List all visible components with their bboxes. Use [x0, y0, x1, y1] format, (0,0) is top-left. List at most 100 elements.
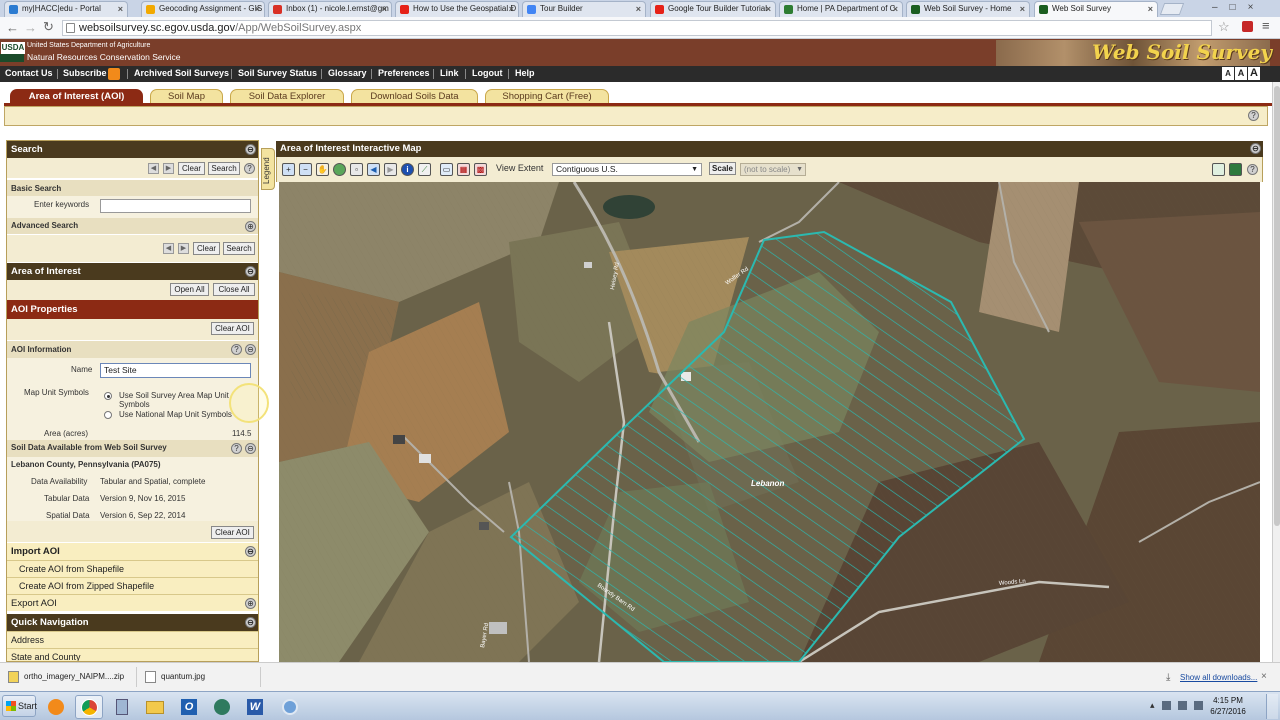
- nav-subscribe[interactable]: Subscribe: [63, 68, 107, 78]
- radio-national-symbols[interactable]: [104, 411, 112, 419]
- browser-tab-active[interactable]: Web Soil Survey ×: [1034, 1, 1158, 17]
- move-down-icon[interactable]: ▶: [178, 243, 189, 254]
- legend-tab[interactable]: Legend: [261, 148, 275, 190]
- move-up-icon[interactable]: ◀: [163, 243, 174, 254]
- pan-icon[interactable]: ✋: [316, 163, 329, 176]
- menu-icon[interactable]: ≡: [1262, 18, 1270, 33]
- help-icon[interactable]: ?: [244, 163, 255, 174]
- next-extent-icon[interactable]: ▶: [384, 163, 397, 176]
- close-tab-icon[interactable]: ×: [766, 2, 771, 16]
- help-icon[interactable]: ?: [231, 344, 242, 355]
- tab-download-soils-data[interactable]: Download Soils Data: [351, 89, 478, 103]
- collapse-icon[interactable]: ⊖: [245, 546, 256, 557]
- collapse-icon[interactable]: ⊖: [245, 266, 256, 277]
- forward-icon[interactable]: →: [24, 20, 37, 35]
- new-tab-button[interactable]: [1159, 3, 1185, 15]
- search-button[interactable]: Search: [208, 162, 240, 175]
- clear-aoi-button[interactable]: Clear AOI: [211, 526, 254, 539]
- download-item[interactable]: ortho_imagery_NAIPM....zip: [4, 667, 137, 687]
- zoom-out-icon[interactable]: −: [299, 163, 312, 176]
- aoi-interactive-map[interactable]: Lebanon Wolfer Rd Heisey Rd Boundy Barn …: [279, 182, 1260, 662]
- clock-time[interactable]: 4:15 PM: [1208, 696, 1248, 705]
- scrollbar-thumb[interactable]: [1274, 86, 1280, 526]
- tab-soil-data-explorer[interactable]: Soil Data Explorer: [230, 89, 344, 103]
- nav-archived-soil-surveys[interactable]: Archived Soil Surveys: [134, 68, 229, 78]
- rss-icon[interactable]: [108, 68, 120, 80]
- browser-tab[interactable]: Inbox (1) - nicole.l.ernst@gm ×: [268, 1, 392, 17]
- move-down-icon[interactable]: ▶: [163, 163, 174, 174]
- reload-icon[interactable]: ↻: [43, 19, 54, 35]
- import-aoi-header[interactable]: Import AOI ⊖: [7, 543, 258, 560]
- page-scrollbar[interactable]: [1272, 82, 1280, 662]
- create-aoi-from-zipped-shapefile-link[interactable]: Create AOI from Zipped Shapefile: [7, 577, 258, 594]
- show-all-downloads-link[interactable]: Show all downloads...: [1180, 673, 1257, 682]
- view-extent-select[interactable]: Contiguous U.S. ▼: [552, 163, 702, 176]
- nav-preferences[interactable]: Preferences: [378, 68, 430, 78]
- help-icon[interactable]: ?: [1247, 164, 1258, 175]
- collapse-icon[interactable]: ⊖: [1250, 143, 1261, 154]
- clear-aoi-button[interactable]: Clear AOI: [211, 322, 254, 335]
- collapse-icon[interactable]: ⊖: [245, 443, 256, 454]
- file-explorer-icon[interactable]: [141, 695, 169, 719]
- browser-tab[interactable]: my|HACC|edu - Portal ×: [4, 1, 128, 17]
- close-tab-icon[interactable]: ×: [1148, 2, 1153, 16]
- nav-contact-us[interactable]: Contact Us: [5, 68, 53, 78]
- close-downloads-icon[interactable]: ×: [1261, 671, 1267, 682]
- expand-icon[interactable]: ⊕: [245, 221, 256, 232]
- quicknav-address[interactable]: Address: [7, 631, 258, 648]
- search-button[interactable]: Search: [223, 242, 255, 255]
- browser-tab[interactable]: Geocoding Assignment - GIS ×: [141, 1, 265, 17]
- tray-flag-icon[interactable]: [1162, 701, 1171, 710]
- font-size-large[interactable]: A: [1248, 67, 1260, 80]
- clock-date[interactable]: 6/27/2016: [1208, 707, 1248, 716]
- close-tab-icon[interactable]: ×: [1020, 2, 1025, 16]
- define-aoi-polygon-icon[interactable]: ▦: [457, 163, 470, 176]
- define-aoi-rectangle-icon[interactable]: ▭: [440, 163, 453, 176]
- download-item[interactable]: quantum.jpg: [141, 667, 261, 687]
- font-size-small[interactable]: A: [1222, 67, 1234, 80]
- nav-glossary[interactable]: Glossary: [328, 68, 367, 78]
- window-controls[interactable]: –□×: [1212, 2, 1265, 13]
- tray-network-icon[interactable]: [1178, 701, 1187, 710]
- zoom-full-icon[interactable]: [333, 163, 346, 176]
- browser-tab[interactable]: Google Tour Builder Tutorial ×: [650, 1, 776, 17]
- url-field[interactable]: websoilsurvey.sc.egov.usda.gov/App/WebSo…: [62, 20, 1212, 36]
- close-tab-icon[interactable]: ×: [255, 2, 260, 16]
- app-icon[interactable]: [276, 695, 304, 719]
- keywords-input[interactable]: [100, 199, 251, 213]
- qgis-icon[interactable]: [208, 695, 236, 719]
- quicknav-state-county[interactable]: State and County: [7, 648, 258, 661]
- nav-soil-survey-status[interactable]: Soil Survey Status: [238, 68, 317, 78]
- close-tab-icon[interactable]: ×: [636, 2, 641, 16]
- export-aoi-header[interactable]: Export AOI ⊕: [7, 594, 258, 611]
- advanced-search-header[interactable]: Advanced Search ⊕: [7, 218, 258, 234]
- tab-shopping-cart[interactable]: Shopping Cart (Free): [485, 89, 609, 103]
- outlook-icon[interactable]: O: [175, 695, 203, 719]
- close-tab-icon[interactable]: ×: [382, 2, 387, 16]
- create-aoi-from-shapefile-link[interactable]: Create AOI from Shapefile: [7, 560, 258, 577]
- help-icon[interactable]: ?: [1248, 110, 1259, 121]
- nav-help[interactable]: Help: [515, 68, 535, 78]
- browser-tab[interactable]: Home | PA Department of C ×: [779, 1, 903, 17]
- tray-volume-icon[interactable]: [1194, 701, 1203, 710]
- identify-icon[interactable]: i: [401, 163, 414, 176]
- previous-extent-icon[interactable]: ◀: [367, 163, 380, 176]
- move-up-icon[interactable]: ◀: [148, 163, 159, 174]
- clear-button[interactable]: Clear: [178, 162, 205, 175]
- calculator-icon[interactable]: [108, 695, 136, 719]
- measure-icon[interactable]: ⟋: [418, 163, 431, 176]
- nav-link[interactable]: Link: [440, 68, 459, 78]
- collapse-icon[interactable]: ⊖: [245, 144, 256, 155]
- tab-area-of-interest[interactable]: Area of Interest (AOI): [10, 89, 143, 103]
- close-tab-icon[interactable]: ×: [118, 2, 123, 16]
- browser-tab[interactable]: How to Use the Geospatial D ×: [395, 1, 519, 17]
- close-tab-icon[interactable]: ×: [509, 2, 514, 16]
- zoom-in-icon[interactable]: +: [282, 163, 295, 176]
- scale-select[interactable]: (not to scale) ▼: [740, 163, 806, 176]
- help-icon[interactable]: ?: [231, 443, 242, 454]
- bookmark-star-icon[interactable]: ☆: [1218, 19, 1230, 35]
- aoi-name-input[interactable]: Test Site: [100, 363, 251, 378]
- tab-soil-map[interactable]: Soil Map: [150, 89, 223, 103]
- show-desktop-button[interactable]: [1266, 694, 1278, 719]
- open-all-button[interactable]: Open All: [170, 283, 209, 296]
